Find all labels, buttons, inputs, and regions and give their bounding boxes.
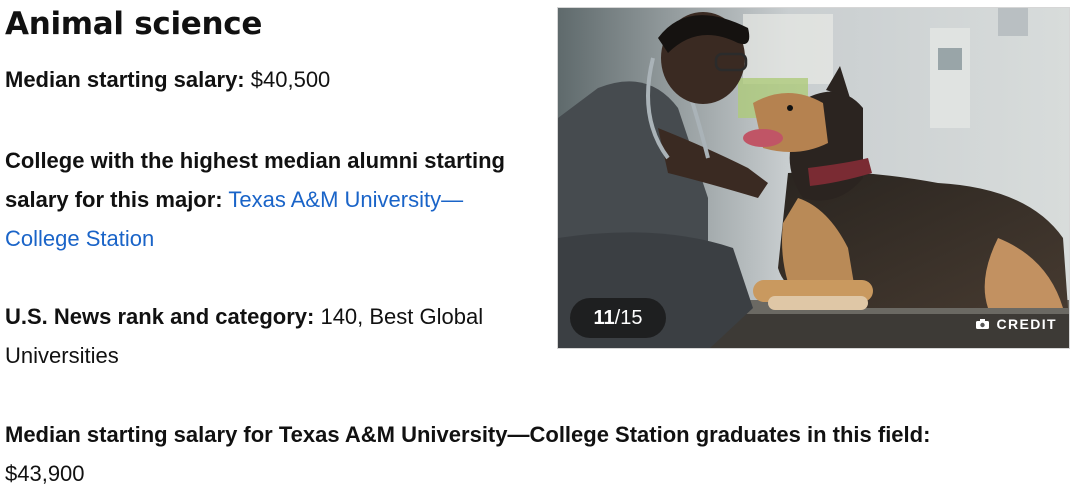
page-title: Animal science: [5, 6, 263, 42]
rank-category-label: U.S. News rank and category:: [5, 304, 315, 329]
median-salary-label: Median starting salary:: [5, 67, 245, 92]
slide-total: /15: [614, 307, 643, 329]
slide-current: 11: [593, 307, 615, 329]
credit-label: CREDIT: [996, 316, 1057, 332]
top-college: College with the highest median alumni s…: [5, 141, 505, 258]
median-salary: Median starting salary: $40,500: [5, 60, 535, 99]
camera-icon: [976, 319, 990, 329]
median-salary-value: $40,500: [250, 67, 331, 92]
texas-am-salary: Median starting salary for Texas A&M Uni…: [5, 415, 1075, 493]
credit-button[interactable]: CREDIT: [976, 316, 1057, 332]
slide-counter: 11/15: [570, 298, 666, 338]
rank-category: U.S. News rank and category: 140, Best G…: [5, 297, 495, 375]
slideshow-image[interactable]: 11/15 CREDIT: [557, 7, 1070, 349]
texas-am-salary-value: $43,900: [5, 461, 85, 486]
texas-am-salary-label: Median starting salary for Texas A&M Uni…: [5, 422, 931, 447]
